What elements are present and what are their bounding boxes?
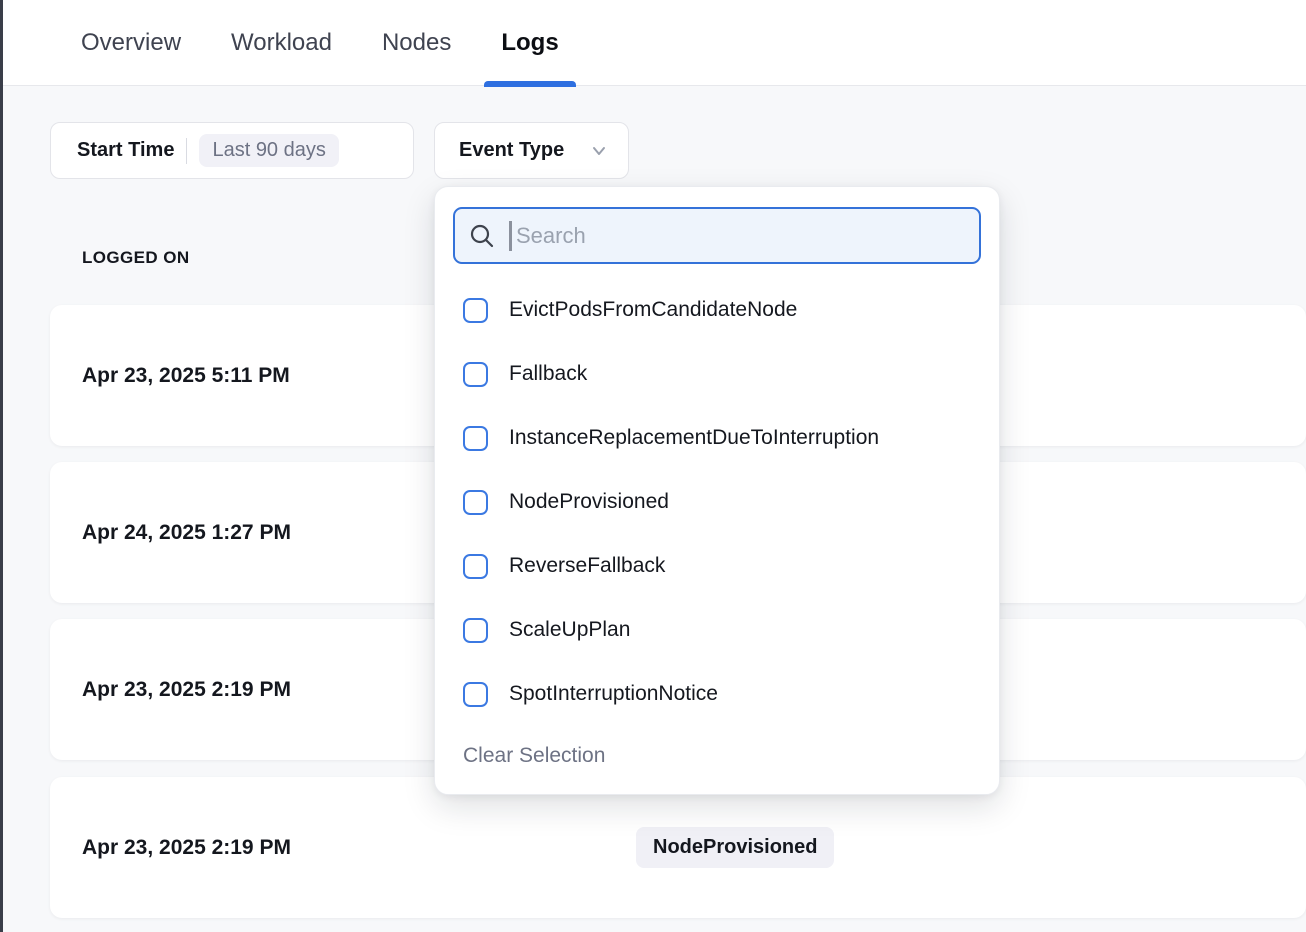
tab-workload[interactable]: Workload: [214, 0, 349, 86]
checkbox[interactable]: [463, 554, 488, 579]
checkbox[interactable]: [463, 490, 488, 515]
logged-on-value: Apr 23, 2025 2:19 PM: [50, 836, 636, 860]
option-scaleupplan[interactable]: ScaleUpPlan: [453, 598, 981, 662]
tab-nodes-label: Nodes: [382, 29, 451, 57]
column-header-logged-on: LOGGED ON: [82, 248, 190, 268]
window-left-border: [0, 0, 3, 932]
event-type-label: Event Type: [459, 139, 564, 162]
option-label: ReverseFallback: [509, 554, 665, 578]
tab-overview-label: Overview: [81, 29, 181, 57]
option-spotinterruptionnotice[interactable]: SpotInterruptionNotice: [453, 662, 981, 726]
text-caret: [509, 221, 512, 251]
checkbox[interactable]: [463, 426, 488, 451]
tab-logs-label: Logs: [501, 29, 558, 57]
start-time-label: Start Time: [77, 139, 174, 162]
filter-divider: [186, 138, 187, 164]
option-instancereplacementduetointerruption[interactable]: InstanceReplacementDueToInterruption: [453, 406, 981, 470]
option-label: NodeProvisioned: [509, 490, 669, 514]
checkbox[interactable]: [463, 618, 488, 643]
clear-selection-button[interactable]: Clear Selection: [453, 734, 605, 768]
option-evictpodsfromcandidatenode[interactable]: EvictPodsFromCandidateNode: [453, 278, 981, 342]
option-reversefallback[interactable]: ReverseFallback: [453, 534, 981, 598]
tab-logs[interactable]: Logs: [484, 0, 575, 86]
checkbox[interactable]: [463, 298, 488, 323]
event-type-dropdown: EvictPodsFromCandidateNode Fallback Inst…: [434, 186, 1000, 795]
option-label: Fallback: [509, 362, 587, 386]
search-icon: [469, 223, 495, 249]
start-time-filter[interactable]: Start Time Last 90 days: [50, 122, 414, 179]
search-input[interactable]: [514, 222, 965, 250]
chevron-down-icon: [590, 142, 608, 160]
event-type-options: EvictPodsFromCandidateNode Fallback Inst…: [453, 278, 981, 726]
tab-bar: Overview Workload Nodes Logs: [0, 0, 1306, 86]
event-type-badge: NodeProvisioned: [636, 827, 834, 868]
logs-page: Overview Workload Nodes Logs Start Time …: [0, 0, 1306, 932]
option-label: SpotInterruptionNotice: [509, 682, 718, 706]
dropdown-search[interactable]: [453, 207, 981, 264]
active-tab-indicator: [484, 81, 575, 87]
option-label: ScaleUpPlan: [509, 618, 630, 642]
option-label: InstanceReplacementDueToInterruption: [509, 426, 879, 450]
event-type-cell: NodeProvisioned: [636, 827, 834, 868]
tab-workload-label: Workload: [231, 29, 332, 57]
log-row[interactable]: Apr 23, 2025 2:19 PM NodeProvisioned: [50, 777, 1306, 918]
tab-nodes[interactable]: Nodes: [365, 0, 468, 86]
option-fallback[interactable]: Fallback: [453, 342, 981, 406]
checkbox[interactable]: [463, 682, 488, 707]
event-type-filter[interactable]: Event Type: [434, 122, 629, 179]
start-time-value: Last 90 days: [199, 134, 338, 167]
tab-overview[interactable]: Overview: [64, 0, 198, 86]
checkbox[interactable]: [463, 362, 488, 387]
option-nodeprovisioned[interactable]: NodeProvisioned: [453, 470, 981, 534]
option-label: EvictPodsFromCandidateNode: [509, 298, 797, 322]
